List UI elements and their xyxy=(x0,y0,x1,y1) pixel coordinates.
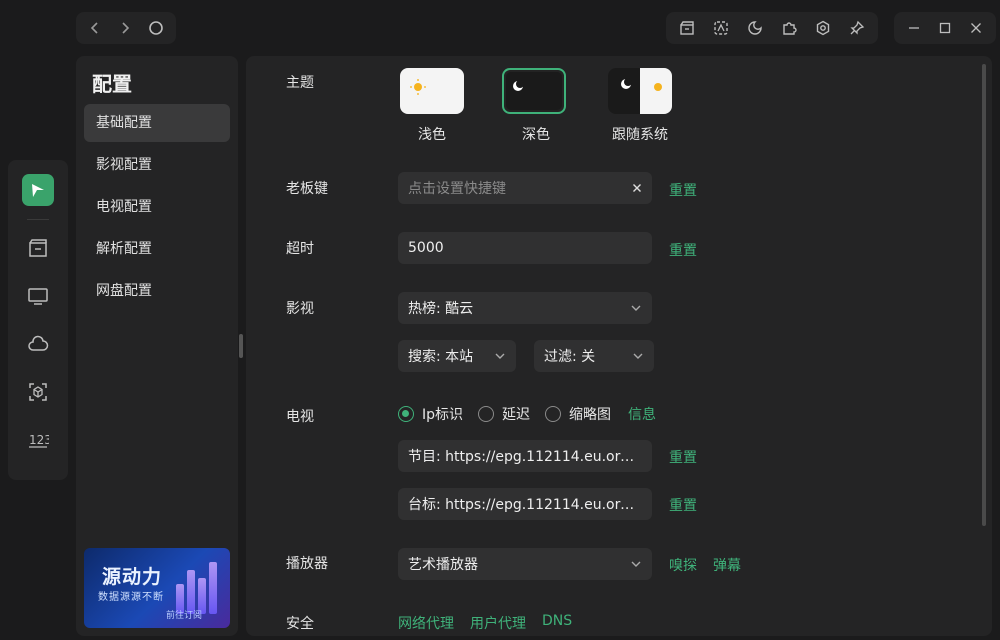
app-rail: 123 xyxy=(8,160,68,480)
chevron-down-icon xyxy=(494,350,506,362)
svg-text:123: 123 xyxy=(29,433,49,447)
boss-key-input[interactable]: 点击设置快捷键 xyxy=(398,172,652,204)
hot-list-select[interactable]: 热榜: 酷云 xyxy=(398,292,652,324)
logo-reset-button[interactable]: 重置 xyxy=(669,495,697,515)
radio-latency[interactable]: 延迟 xyxy=(478,404,530,424)
theme-light-label: 浅色 xyxy=(418,127,446,143)
promo-cta[interactable]: 前往订阅 xyxy=(166,608,202,621)
radio-latency-dot xyxy=(478,406,494,422)
theme-dark-card[interactable] xyxy=(502,68,566,114)
rail-divider xyxy=(27,219,49,220)
dns-link[interactable]: DNS xyxy=(542,613,572,629)
translate-icon[interactable] xyxy=(713,20,729,36)
radio-latency-label: 延迟 xyxy=(502,407,530,423)
player-select[interactable]: 艺术播放器 xyxy=(398,548,652,580)
danmaku-link[interactable]: 弹幕 xyxy=(713,555,741,575)
numbers-icon[interactable]: 123 xyxy=(18,420,58,460)
user-agent-link[interactable]: 用户代理 xyxy=(470,613,526,633)
label-boss-key: 老板键 xyxy=(286,181,328,197)
radio-ip[interactable]: Ip标识 xyxy=(398,404,463,424)
search-select[interactable]: 搜索: 本站 xyxy=(398,340,516,372)
epg-reset-button[interactable]: 重置 xyxy=(669,447,697,467)
pin-icon[interactable] xyxy=(849,20,865,36)
logo-input[interactable]: 台标: https://epg.112114.eu.org/lo... xyxy=(398,488,652,520)
back-icon[interactable] xyxy=(88,21,102,35)
chevron-down-icon xyxy=(630,558,642,570)
timeout-input[interactable]: 5000 xyxy=(398,232,652,264)
theme-system-card[interactable] xyxy=(608,68,672,114)
boss-key-reset-button[interactable]: 重置 xyxy=(669,180,697,200)
epg-value: 节目: https://epg.112114.eu.org/?c... xyxy=(408,449,642,465)
clear-icon[interactable] xyxy=(632,183,642,193)
label-tv: 电视 xyxy=(286,409,314,425)
label-film: 影视 xyxy=(286,301,314,317)
film-clapper-icon[interactable] xyxy=(679,20,695,36)
timeout-reset-button[interactable]: 重置 xyxy=(669,240,697,260)
chevron-down-icon xyxy=(632,350,644,362)
minimize-icon[interactable] xyxy=(908,22,920,34)
scan-cube-icon[interactable] xyxy=(18,372,58,412)
promo-banner[interactable]: 源动力 数据源源不断 前往订阅 xyxy=(84,548,230,628)
settings-icon[interactable] xyxy=(815,20,831,36)
menu-item-film[interactable]: 影视配置 xyxy=(84,146,230,184)
tv-icon[interactable] xyxy=(18,276,58,316)
promo-subtitle: 数据源源不断 xyxy=(98,592,164,603)
cloud-icon[interactable] xyxy=(18,324,58,364)
label-timeout: 超时 xyxy=(286,241,314,257)
menu-item-tv[interactable]: 电视配置 xyxy=(84,188,230,226)
window-controls xyxy=(894,12,996,44)
theme-system-label: 跟随系统 xyxy=(612,127,668,143)
theme-light-card[interactable] xyxy=(400,68,464,114)
history-nav xyxy=(76,12,176,44)
theme-dark-label: 深色 xyxy=(522,127,550,143)
maximize-icon[interactable] xyxy=(939,22,951,34)
player-value: 艺术播放器 xyxy=(408,557,478,573)
promo-title: 源动力 xyxy=(102,566,163,588)
logo-value: 台标: https://epg.112114.eu.org/lo... xyxy=(408,497,642,513)
timeout-value: 5000 xyxy=(408,240,444,256)
chevron-down-icon xyxy=(630,302,642,314)
moon-icon[interactable] xyxy=(747,20,763,36)
forward-icon[interactable] xyxy=(118,21,132,35)
radio-thumbnail-dot xyxy=(545,406,561,422)
filter-select[interactable]: 过滤: 关 xyxy=(534,340,654,372)
search-value: 搜索: 本站 xyxy=(408,349,474,365)
menu-item-basic[interactable]: 基础配置 xyxy=(84,104,230,142)
puzzle-icon[interactable] xyxy=(781,20,797,36)
sniff-link[interactable]: 嗅探 xyxy=(669,555,697,575)
menu-item-parse[interactable]: 解析配置 xyxy=(84,230,230,268)
boss-key-placeholder: 点击设置快捷键 xyxy=(408,181,506,197)
menu-title: 配置 xyxy=(92,72,132,96)
radio-ip-dot xyxy=(398,406,414,422)
close-icon[interactable] xyxy=(970,22,982,34)
radio-thumbnail[interactable]: 缩略图 xyxy=(545,404,611,424)
label-theme: 主题 xyxy=(286,75,314,91)
menu-item-netdisk[interactable]: 网盘配置 xyxy=(84,272,230,310)
radio-thumbnail-label: 缩略图 xyxy=(569,407,611,423)
label-player: 播放器 xyxy=(286,556,328,572)
network-proxy-link[interactable]: 网络代理 xyxy=(398,613,454,633)
config-menu: 配置 基础配置 影视配置 电视配置 解析配置 网盘配置 源动力 数据源源不断 前… xyxy=(76,56,238,636)
refresh-icon[interactable] xyxy=(148,20,164,36)
hot-list-value: 热榜: 酷云 xyxy=(408,301,474,317)
radio-ip-label: Ip标识 xyxy=(422,407,464,423)
scrollbar[interactable] xyxy=(982,64,986,526)
label-security: 安全 xyxy=(286,616,314,632)
film-icon[interactable] xyxy=(18,228,58,268)
epg-input[interactable]: 节目: https://epg.112114.eu.org/?c... xyxy=(398,440,652,472)
toolbar xyxy=(666,12,878,44)
filter-value: 过滤: 关 xyxy=(544,349,596,365)
resize-handle[interactable] xyxy=(239,334,243,358)
tv-info-link[interactable]: 信息 xyxy=(628,404,656,424)
app-logo-icon[interactable] xyxy=(22,174,54,206)
settings-panel: 主题 浅色 深色 跟随系统 老板键 点击设置快捷键 重置 超时 5000 重置 … xyxy=(246,56,992,636)
